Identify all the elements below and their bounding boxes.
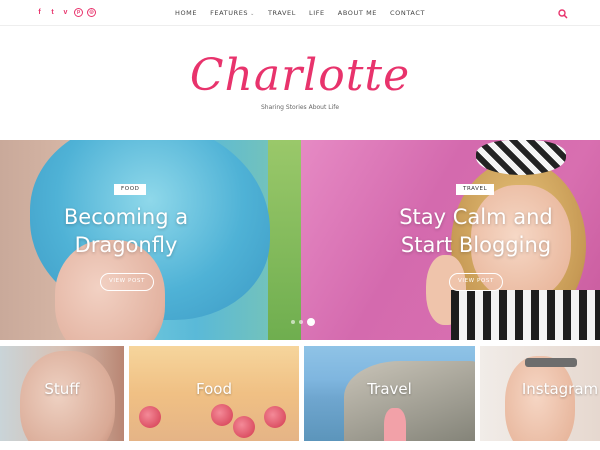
nav-features-label: FEATURES [210, 9, 249, 17]
slide-2-title-line-1: Stay Calm and [399, 205, 553, 229]
category-tile-food[interactable]: Food [129, 346, 299, 441]
twitter-icon[interactable]: t [48, 8, 57, 17]
instagram-icon[interactable]: ◎ [87, 8, 96, 17]
site-tagline: Sharing Stories About Life [260, 104, 340, 111]
slide-1[interactable]: FOOD Becoming a Dragonfly VIEW POST [0, 140, 301, 340]
slide-2-title-line-2: Start Blogging [400, 233, 552, 257]
facebook-icon[interactable]: f [35, 8, 44, 17]
slide-2[interactable]: TRAVEL Stay Calm and Start Blogging VIEW… [301, 140, 600, 340]
category-label: Stuff [44, 380, 80, 398]
slide-2-title[interactable]: Stay Calm and Start Blogging [356, 203, 596, 259]
slide-2-category[interactable]: TRAVEL [456, 184, 495, 195]
category-grid: Stuff Food Travel Instagram [0, 346, 600, 441]
nav-features[interactable]: FEATURES ⌄ [210, 9, 255, 17]
top-bar: f t v p ◎ HOME FEATURES ⌄ TRAVEL LIFE ABO… [0, 0, 600, 26]
slide-1-category[interactable]: FOOD [114, 184, 147, 195]
slide-1-title-line-2: Dragonfly [74, 233, 178, 257]
social-links: f t v p ◎ [35, 8, 96, 17]
nav-life[interactable]: LIFE [309, 9, 325, 17]
category-tile-instagram[interactable]: Instagram [480, 346, 600, 441]
category-tile-travel[interactable]: Travel [304, 346, 475, 441]
slide-1-overlay: FOOD Becoming a Dragonfly VIEW POST [0, 140, 301, 340]
search-icon[interactable] [557, 7, 569, 19]
slide-1-view-post-button[interactable]: VIEW POST [100, 273, 154, 291]
nav-travel[interactable]: TRAVEL [268, 9, 296, 17]
category-instagram-image [505, 356, 575, 441]
nav-contact[interactable]: CONTACT [390, 9, 425, 17]
category-travel-image [344, 361, 475, 441]
slide-1-title[interactable]: Becoming a Dragonfly [6, 203, 246, 259]
nav-home[interactable]: HOME [175, 9, 197, 17]
category-instagram-image-glasses [525, 358, 577, 367]
pinterest-icon[interactable]: p [74, 8, 83, 17]
category-tile-stuff[interactable]: Stuff [0, 346, 124, 441]
vimeo-icon[interactable]: v [61, 8, 70, 17]
featured-slider: FOOD Becoming a Dragonfly VIEW POST TRAV… [0, 140, 600, 340]
slide-2-view-post-button[interactable]: VIEW POST [449, 273, 503, 291]
slider-dots [291, 318, 315, 326]
slider-dot-3[interactable] [307, 318, 315, 326]
slide-1-title-line-1: Becoming a [63, 205, 189, 229]
category-label: Travel [367, 380, 412, 398]
category-food-image-raspberry-1 [139, 406, 161, 428]
site-logo[interactable]: Charlotte [0, 48, 600, 104]
slide-2-overlay: TRAVEL Stay Calm and Start Blogging VIEW… [301, 140, 600, 340]
nav-about[interactable]: ABOUT ME [338, 9, 377, 17]
category-food-image-raspberry-2 [211, 404, 233, 426]
slider-dot-1[interactable] [291, 320, 295, 324]
category-label: Food [196, 380, 232, 398]
category-travel-image-person [384, 408, 406, 441]
category-food-image-raspberry-4 [264, 406, 286, 428]
category-food-image-raspberry-3 [233, 416, 255, 438]
category-label: Instagram [521, 380, 599, 398]
slider-dot-2[interactable] [299, 320, 303, 324]
chevron-down-icon: ⌄ [250, 11, 255, 17]
